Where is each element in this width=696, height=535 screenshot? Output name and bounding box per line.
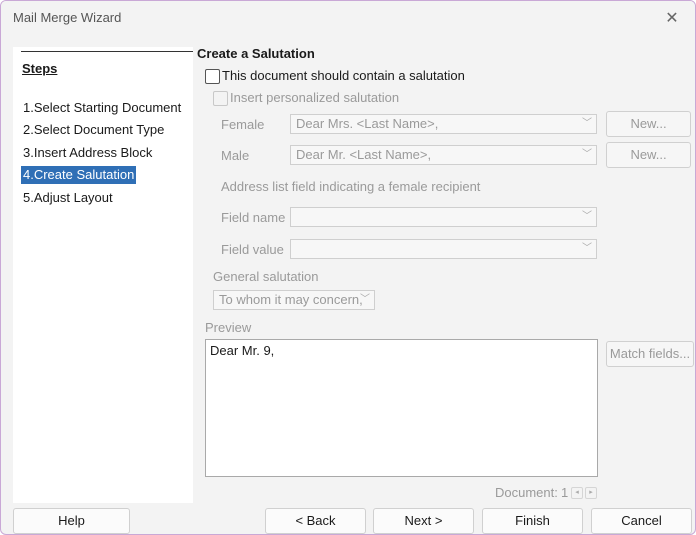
male-salutation-value: Dear Mr. <Last Name>,: [296, 147, 432, 162]
document-counter-value: 1: [561, 485, 569, 500]
cancel-button[interactable]: Cancel: [591, 508, 692, 534]
female-salutation-value: Dear Mrs. <Last Name>,: [296, 116, 439, 131]
mail-merge-dialog: Mail Merge Wizard ✕ Steps 1.Select Start…: [0, 0, 696, 535]
next-button-label: Next >: [404, 513, 443, 528]
steps-heading: Steps: [22, 61, 58, 76]
preview-text: Dear Mr. 9,: [210, 343, 275, 358]
next-button[interactable]: Next >: [373, 508, 474, 534]
chevron-down-icon: ﹀: [582, 211, 592, 222]
male-new-button[interactable]: New...: [606, 142, 691, 168]
female-salutation-select[interactable]: Dear Mrs. <Last Name>, ﹀: [290, 114, 597, 134]
general-salutation-value: To whom it may concern,: [219, 292, 363, 307]
contain-salutation-label[interactable]: This document should contain a salutatio…: [222, 68, 465, 83]
step-create-salutation[interactable]: 4.Create Salutation: [21, 166, 137, 184]
field-name-select[interactable]: ﹀: [290, 207, 597, 227]
general-salutation-label: General salutation: [213, 269, 319, 284]
close-icon[interactable]: ✕: [649, 1, 695, 35]
finish-button-label: Finish: [515, 513, 550, 528]
personalized-salutation-label[interactable]: Insert personalized salutation: [230, 90, 399, 105]
step-adjust-layout[interactable]: 5.Adjust Layout: [21, 189, 115, 207]
page-title: Create a Salutation: [197, 46, 315, 61]
previous-document-icon[interactable]: ◂: [571, 487, 583, 499]
window-title: Mail Merge Wizard: [13, 10, 122, 25]
female-label: Female: [221, 117, 265, 132]
cancel-button-label: Cancel: [621, 513, 662, 528]
help-button-label: Help: [58, 513, 85, 528]
document-counter-label: Document:: [495, 485, 558, 500]
female-new-button[interactable]: New...: [606, 111, 691, 137]
back-button-label: < Back: [295, 513, 336, 528]
next-document-icon[interactable]: ▸: [585, 487, 597, 499]
preview-text-box[interactable]: Dear Mr. 9,: [205, 339, 598, 477]
general-salutation-select[interactable]: To whom it may concern, ﹀: [213, 290, 375, 310]
address-field-caption: Address list field indicating a female r…: [221, 179, 481, 194]
field-value-label: Field value: [221, 242, 284, 257]
male-label: Male: [221, 148, 250, 163]
male-salutation-select[interactable]: Dear Mr. <Last Name>, ﹀: [290, 145, 597, 165]
help-button[interactable]: Help: [13, 508, 130, 534]
step-insert-address-block[interactable]: 3.Insert Address Block: [21, 144, 154, 162]
preview-label: Preview: [205, 320, 252, 335]
title-bar: Mail Merge Wizard ✕: [1, 1, 695, 35]
field-name-label: Field name: [221, 210, 286, 225]
field-value-select[interactable]: ﹀: [290, 239, 597, 259]
steps-pane: Steps 1.Select Starting Document 2.Selec…: [13, 47, 193, 503]
chevron-down-icon: ﹀: [360, 294, 370, 305]
step-select-starting-document[interactable]: 1.Select Starting Document: [21, 99, 183, 117]
chevron-down-icon: ﹀: [582, 149, 592, 160]
personalized-salutation-checkbox[interactable]: [213, 91, 228, 106]
contain-salutation-checkbox[interactable]: [205, 69, 220, 84]
chevron-down-icon: ﹀: [582, 243, 592, 254]
step-select-document-type[interactable]: 2.Select Document Type: [21, 121, 166, 139]
finish-button[interactable]: Finish: [482, 508, 583, 534]
chevron-down-icon: ﹀: [582, 118, 592, 129]
steps-divider: [21, 51, 193, 52]
back-button[interactable]: < Back: [265, 508, 366, 534]
match-fields-button[interactable]: Match fields...: [606, 341, 694, 367]
